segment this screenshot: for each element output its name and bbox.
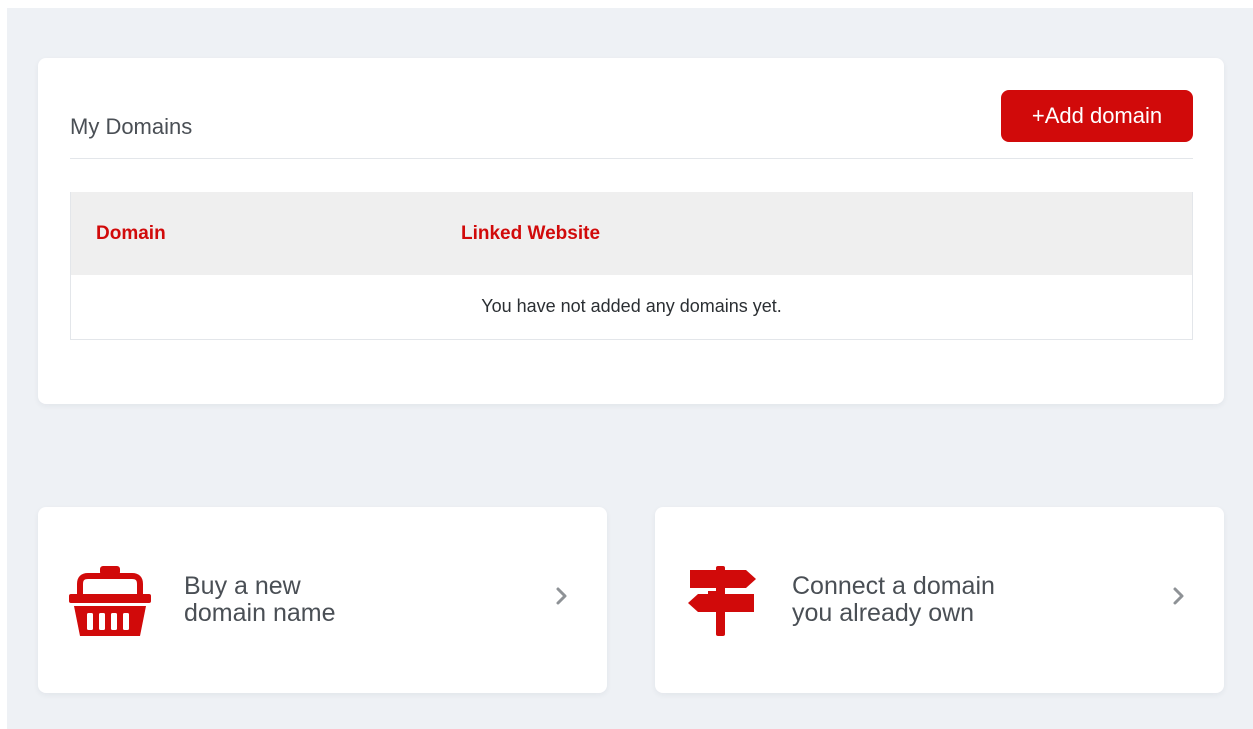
connect-domain-label-line2: you already own bbox=[792, 599, 975, 627]
add-domain-button[interactable]: +Add domain bbox=[1001, 90, 1193, 142]
connect-domain-card[interactable]: Connect a domain you already own bbox=[655, 507, 1224, 693]
empty-state-message: You have not added any domains yet. bbox=[71, 275, 1192, 339]
card-header: My Domains +Add domain bbox=[70, 58, 1193, 159]
my-domains-card: My Domains +Add domain Domain Linked Web… bbox=[38, 58, 1224, 404]
domains-table: Domain Linked Website You have not added… bbox=[70, 192, 1193, 340]
connect-domain-label: Connect a domain you already own bbox=[792, 573, 995, 627]
buy-domain-card[interactable]: Buy a new domain name bbox=[38, 507, 607, 693]
connect-domain-label-line1: Connect a domain bbox=[792, 572, 995, 600]
basket-icon bbox=[69, 566, 151, 636]
chevron-right-icon bbox=[556, 587, 567, 605]
page-background: My Domains +Add domain Domain Linked Web… bbox=[7, 8, 1253, 729]
chevron-right-icon bbox=[1173, 587, 1184, 605]
column-header-domain[interactable]: Domain bbox=[71, 192, 436, 275]
page-title: My Domains bbox=[70, 114, 193, 139]
buy-domain-label: Buy a new domain name bbox=[184, 573, 335, 627]
buy-domain-label-line2: domain name bbox=[184, 599, 336, 627]
column-header-linked-website[interactable]: Linked Website bbox=[436, 192, 1192, 275]
signpost-icon bbox=[688, 566, 756, 636]
buy-domain-label-line1: Buy a new bbox=[184, 572, 301, 600]
table-header-row: Domain Linked Website bbox=[71, 192, 1192, 275]
